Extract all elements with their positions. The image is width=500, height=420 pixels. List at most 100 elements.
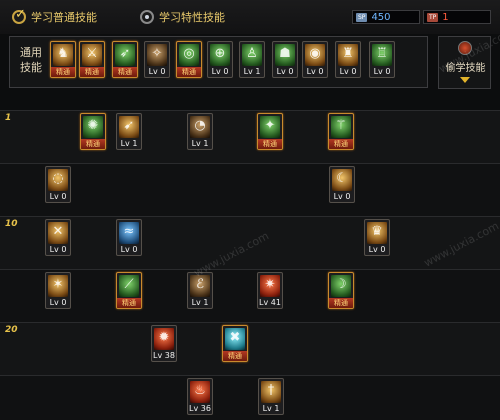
icon-glyph: ✕ <box>52 224 64 239</box>
common-skill-slot[interactable]: ☗ Lv 0 <box>272 41 298 78</box>
icon-glyph: ✦ <box>264 118 276 133</box>
radio-icon <box>140 10 154 24</box>
rising-figure-icon: ⚚ <box>331 116 351 138</box>
mastered-badge: 精通 <box>329 139 353 149</box>
sp-tag: SP <box>356 12 368 22</box>
tp-value: 1 <box>442 11 449 23</box>
level-badge: Lv 0 <box>148 67 166 76</box>
totem-icon: ♛ <box>367 222 387 244</box>
water-wave-icon: ≈ <box>119 222 139 244</box>
dash-icon: ➶ <box>115 44 135 66</box>
tree-skill-slot[interactable]: ⚚ 精通 <box>328 113 354 150</box>
mastered-badge: 精通 <box>223 351 247 361</box>
crosshair-icon: ⊕ <box>210 44 230 66</box>
uppercut-icon: ✦ <box>260 116 280 138</box>
fire-burst-icon: ✹ <box>154 328 174 350</box>
tree-skill-slot[interactable]: ✦ 精通 <box>257 113 283 150</box>
skill-tree-row <box>0 110 500 163</box>
tab-label: 学习特性技能 <box>159 11 225 24</box>
tree-skill-slot[interactable]: ♛ Lv 0 <box>364 219 390 256</box>
level-marker: 20 <box>5 325 18 335</box>
gold-blade-icon: † <box>261 381 281 403</box>
flame-blade-icon: ✷ <box>260 275 280 297</box>
common-skill-slot[interactable]: ♖ Lv 0 <box>369 41 395 78</box>
ice-cross-icon: ✖ <box>225 328 245 350</box>
icon-glyph: ♛ <box>371 224 383 239</box>
icon-glyph: ◉ <box>309 46 321 61</box>
icon-glyph: ✹ <box>158 330 170 345</box>
tree-skill-slot[interactable]: ⟋ 精通 <box>116 272 142 309</box>
leap-attack-icon: ⚔ <box>82 44 102 66</box>
tp-tag: TP <box>427 12 439 22</box>
claw-icon: ✕ <box>48 222 68 244</box>
icon-glyph: ✶ <box>52 277 64 292</box>
tree-skill-slot[interactable]: ✕ Lv 0 <box>45 219 71 256</box>
level-badge: Lv 0 <box>339 67 357 76</box>
level-badge: Lv 1 <box>243 67 261 76</box>
icon-glyph: ⚔ <box>86 46 98 61</box>
icon-glyph: ☽ <box>335 277 347 292</box>
skill-tree-row <box>0 163 500 216</box>
tree-skill-slot[interactable]: ☾ Lv 0 <box>329 166 355 203</box>
icon-glyph: ⚚ <box>335 118 347 133</box>
tree-skill-slot[interactable]: ℰ Lv 1 <box>187 272 213 309</box>
common-skill-slot[interactable]: ➶ 精通 <box>112 41 138 78</box>
hero-figure-icon: ♖ <box>372 44 392 66</box>
mastered-badge: 精通 <box>51 67 75 77</box>
common-skill-slot[interactable]: ♜ Lv 0 <box>335 41 361 78</box>
mastered-badge: 精通 <box>113 67 137 77</box>
flying-kick-icon: ➹ <box>119 116 139 138</box>
sword-rain-icon: ✶ <box>48 275 68 297</box>
spiral-strike-icon: ◔ <box>190 116 210 138</box>
common-skill-slot[interactable]: ♙ Lv 1 <box>239 41 265 78</box>
icon-glyph: ⟋ <box>124 277 134 292</box>
tree-skill-slot[interactable]: ◌ Lv 0 <box>45 166 71 203</box>
common-skill-slot[interactable]: ◉ Lv 0 <box>302 41 328 78</box>
common-skill-slot[interactable]: ⚔ 精通 <box>79 41 105 78</box>
tree-skill-slot[interactable]: ✷ Lv 41 <box>257 272 283 309</box>
tree-skill-slot[interactable]: ➹ Lv 1 <box>116 113 142 150</box>
icon-glyph: ☾ <box>336 171 348 186</box>
level-marker: 10 <box>5 219 18 229</box>
kneel-figure-icon: ♙ <box>242 44 262 66</box>
mastered-badge: 精通 <box>177 67 201 77</box>
icon-glyph: ♙ <box>246 46 258 61</box>
common-skill-slot[interactable]: ⊕ Lv 0 <box>207 41 233 78</box>
icon-glyph: ♖ <box>376 46 388 61</box>
level-badge: Lv 0 <box>373 67 391 76</box>
tab-learn-normal-skills[interactable]: 学习普通技能 <box>12 7 97 26</box>
tree-skill-slot[interactable]: ✹ Lv 38 <box>151 325 177 362</box>
level-badge: Lv 36 <box>189 404 211 413</box>
mastered-badge: 精通 <box>80 67 104 77</box>
target-icon: ◎ <box>179 44 199 66</box>
strength-figure-icon: ♜ <box>338 44 358 66</box>
level-badge: Lv 0 <box>276 67 294 76</box>
icon-glyph: ♜ <box>342 46 354 61</box>
tree-skill-slot[interactable]: † Lv 1 <box>258 378 284 415</box>
tree-skill-slot[interactable]: ☽ 精通 <box>328 272 354 309</box>
icon-glyph: ✷ <box>264 277 276 292</box>
tab-learn-trait-skills[interactable]: 学习特性技能 <box>140 8 225 26</box>
common-skill-slot[interactable]: ♞ 精通 <box>50 41 76 78</box>
icon-glyph: ✖ <box>229 330 241 345</box>
mastered-badge: 精通 <box>81 139 105 149</box>
tp-counter: TP 1 <box>423 10 491 24</box>
mastered-badge: 精通 <box>329 298 353 308</box>
hurricane-icon: ℰ <box>190 275 210 297</box>
mastered-badge: 精通 <box>258 139 282 149</box>
tree-skill-slot[interactable]: ◔ Lv 1 <box>187 113 213 150</box>
skill-tree-row <box>0 322 500 375</box>
icon-glyph: ◎ <box>183 46 195 61</box>
tree-skill-slot[interactable]: ≈ Lv 0 <box>116 219 142 256</box>
icon-glyph: ◌ <box>52 171 64 186</box>
common-skill-slot[interactable]: ✧ Lv 0 <box>144 41 170 78</box>
icon-glyph: ➶ <box>119 46 131 61</box>
steal-skill-button[interactable]: 偷学技能 <box>438 36 491 89</box>
level-badge: Lv 38 <box>153 351 175 360</box>
tree-skill-slot[interactable]: ♨ Lv 36 <box>187 378 213 415</box>
tree-skill-slot[interactable]: ✶ Lv 0 <box>45 272 71 309</box>
common-skill-slot[interactable]: ◎ 精通 <box>176 41 202 78</box>
label-line: 通用 <box>20 46 42 59</box>
tree-skill-slot[interactable]: ✖ 精通 <box>222 325 248 362</box>
tree-skill-slot[interactable]: ✺ 精通 <box>80 113 106 150</box>
